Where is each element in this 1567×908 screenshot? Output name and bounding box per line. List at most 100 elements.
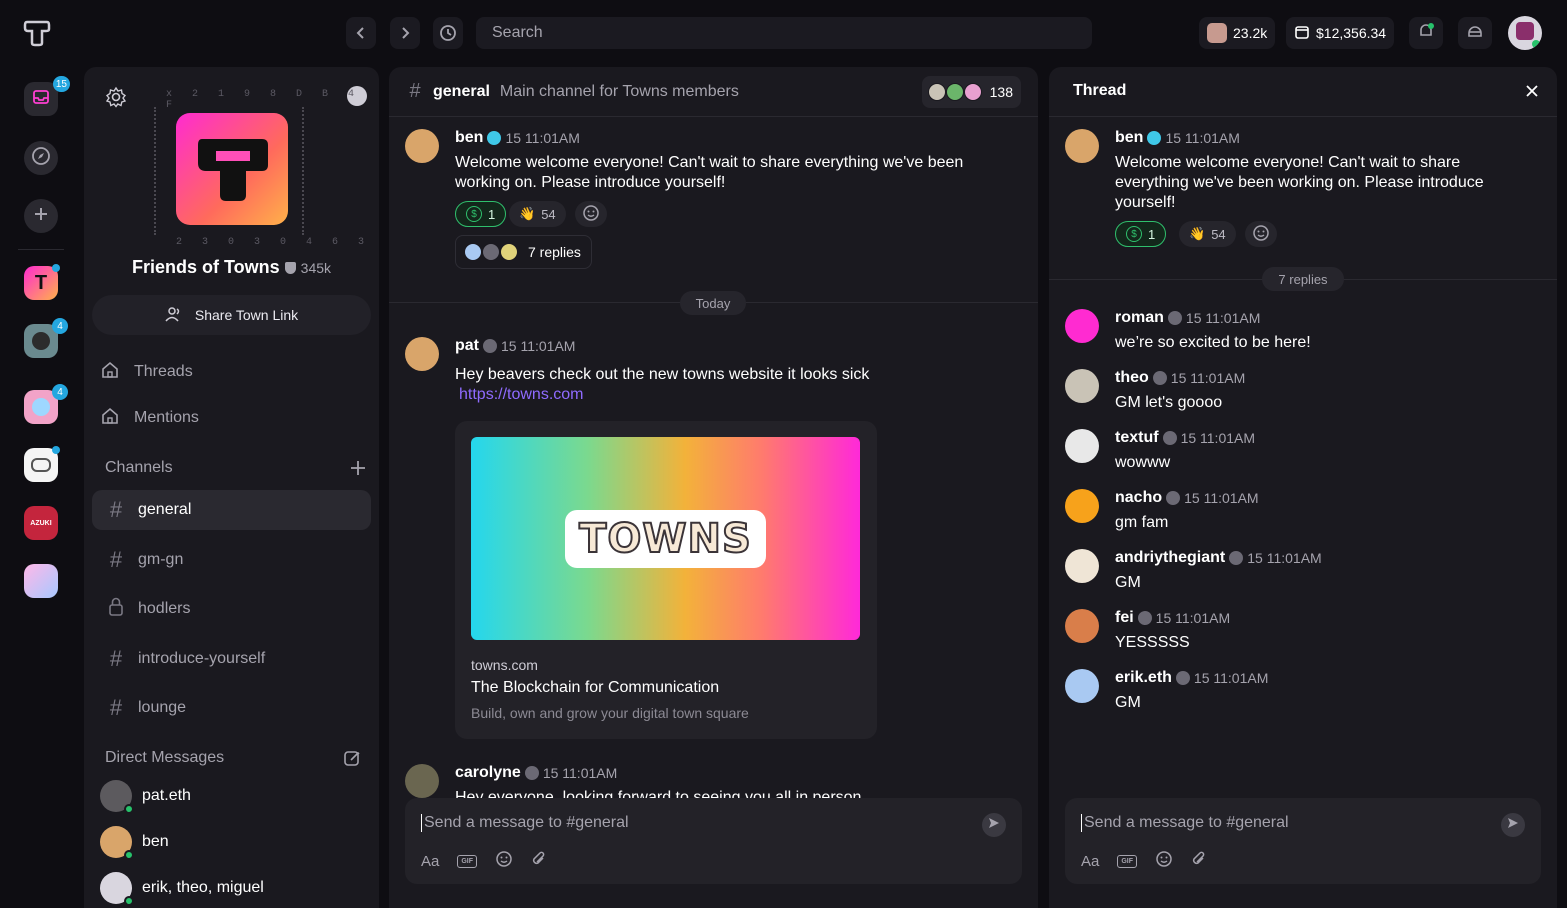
settings-icon[interactable] bbox=[105, 86, 127, 113]
address-ring-left bbox=[154, 107, 160, 235]
username[interactable]: pat bbox=[455, 337, 479, 355]
gif-button[interactable]: GIF bbox=[1117, 854, 1138, 868]
compose-icon[interactable] bbox=[343, 749, 361, 772]
preview-domain: towns.com bbox=[471, 657, 538, 673]
attachment-button[interactable] bbox=[531, 850, 547, 872]
avatar bbox=[963, 83, 982, 101]
helmet-button[interactable] bbox=[1458, 17, 1492, 49]
forward-button[interactable] bbox=[390, 17, 420, 49]
notifications-button[interactable] bbox=[1409, 17, 1443, 49]
town-avatar-6[interactable] bbox=[24, 564, 58, 598]
nav-mentions[interactable]: Mentions bbox=[100, 400, 199, 436]
add-town-button[interactable] bbox=[24, 199, 58, 233]
day-divider-label: Today bbox=[680, 291, 746, 315]
members-button[interactable]: 138 bbox=[921, 76, 1021, 108]
avatar[interactable] bbox=[1065, 369, 1099, 403]
dm-ben[interactable]: ben bbox=[100, 824, 169, 860]
username[interactable]: erik.eth bbox=[1115, 669, 1172, 687]
channel-lounge[interactable]: # lounge bbox=[92, 688, 371, 728]
avatar bbox=[464, 243, 482, 261]
thread-reply: roman 15 11:01AM we’re so excited to be he… bbox=[1065, 309, 1535, 359]
channel-gm-gn[interactable]: # gm-gn bbox=[92, 540, 371, 580]
message-input[interactable]: Send a message to #general bbox=[421, 814, 629, 832]
avatar[interactable] bbox=[405, 764, 439, 798]
username[interactable]: nacho bbox=[1115, 489, 1162, 507]
username[interactable]: ben bbox=[455, 129, 483, 147]
dm-pat-eth[interactable]: pat.eth bbox=[100, 778, 191, 814]
message-text: GM bbox=[1115, 574, 1141, 591]
message: carolyne 15 11:01AM Hey everyone, lookin… bbox=[405, 764, 1025, 798]
avatar[interactable] bbox=[1065, 489, 1099, 523]
reaction-wave[interactable]: 👋 54 bbox=[509, 201, 566, 227]
add-channel-icon[interactable] bbox=[349, 459, 367, 482]
add-reaction-button[interactable] bbox=[1245, 221, 1277, 247]
points-pill[interactable]: 23.2k bbox=[1199, 17, 1276, 49]
reaction-dollar[interactable]: $ 1 bbox=[455, 201, 507, 227]
format-text-button[interactable]: Aa bbox=[1081, 853, 1099, 870]
avatar[interactable] bbox=[405, 337, 439, 371]
dollar-icon: $ bbox=[1126, 226, 1142, 242]
timestamp: 15 11:01AM bbox=[1180, 430, 1256, 446]
search-input[interactable]: Search bbox=[476, 17, 1092, 49]
address-ring-top: x 2 1 9 8 D B 4 F bbox=[166, 89, 362, 111]
close-icon[interactable] bbox=[1525, 84, 1539, 103]
send-button[interactable] bbox=[1501, 813, 1525, 837]
username[interactable]: theo bbox=[1115, 369, 1149, 387]
badge-icon bbox=[1166, 491, 1181, 505]
avatar[interactable] bbox=[1065, 549, 1099, 583]
emoji-button[interactable] bbox=[495, 850, 513, 872]
beaver-icon bbox=[1207, 23, 1227, 43]
town-azuki[interactable]: AZUKI bbox=[24, 506, 58, 540]
dm-group[interactable]: erik, theo, miguel bbox=[100, 870, 264, 906]
share-town-link-button[interactable]: Share Town Link bbox=[92, 295, 371, 335]
town-friends-of-towns[interactable]: T bbox=[24, 264, 60, 300]
online-indicator bbox=[124, 896, 134, 906]
town-logo[interactable] bbox=[176, 113, 288, 225]
channel-general[interactable]: # general bbox=[92, 490, 371, 530]
reaction-wave[interactable]: 👋 54 bbox=[1179, 221, 1236, 247]
nav-mentions-label: Mentions bbox=[134, 409, 199, 426]
town-sidebar: x 2 1 9 8 D B 4 F 2 3 0 3 0 4 6 3 Friend… bbox=[84, 67, 379, 908]
avatar[interactable] bbox=[1065, 309, 1099, 343]
thread-message-input[interactable]: Send a message to #general bbox=[1081, 814, 1289, 832]
username[interactable]: carolyne bbox=[455, 764, 521, 782]
back-button[interactable] bbox=[346, 17, 376, 49]
send-button[interactable] bbox=[982, 813, 1006, 837]
avatar[interactable] bbox=[1065, 429, 1099, 463]
wallet-pill[interactable]: $12,356.34 bbox=[1286, 17, 1395, 49]
channel-description: Main channel for Towns members bbox=[499, 82, 739, 100]
attachment-button[interactable] bbox=[1191, 850, 1207, 872]
username[interactable]: ben bbox=[1115, 129, 1143, 147]
format-text-button[interactable]: Aa bbox=[421, 853, 439, 870]
link-preview-card[interactable]: TOWNS towns.com The Blockchain for Commu… bbox=[455, 421, 877, 739]
avatar[interactable] bbox=[1065, 609, 1099, 643]
profile-avatar[interactable] bbox=[1508, 16, 1542, 50]
add-reaction-button[interactable] bbox=[575, 201, 607, 227]
avatar[interactable] bbox=[1065, 129, 1099, 163]
inbox-button[interactable]: 15 bbox=[24, 76, 70, 116]
town-avatar-4[interactable] bbox=[24, 446, 60, 482]
towns-logo-icon[interactable] bbox=[22, 17, 52, 47]
avatar[interactable] bbox=[405, 129, 439, 163]
town-name: Friends of Towns bbox=[131, 257, 280, 277]
explore-button[interactable] bbox=[24, 141, 58, 175]
channel-hodlers[interactable]: hodlers bbox=[92, 589, 371, 629]
emoji-button[interactable] bbox=[1155, 850, 1173, 872]
message-link[interactable]: https://towns.com bbox=[459, 385, 584, 405]
username[interactable]: andriythegiant bbox=[1115, 549, 1225, 567]
channel-introduce-yourself[interactable]: # introduce-yourself bbox=[92, 639, 371, 679]
nav-threads[interactable]: Threads bbox=[100, 354, 193, 390]
towns-wordmark: TOWNS bbox=[565, 509, 766, 568]
channel-label: lounge bbox=[138, 699, 187, 716]
reaction-dollar[interactable]: $ 1 bbox=[1115, 221, 1167, 247]
username[interactable]: textuf bbox=[1115, 429, 1159, 447]
town-avatar-2[interactable]: 4 bbox=[24, 318, 68, 358]
town-avatar-3[interactable]: 4 bbox=[24, 384, 68, 424]
username[interactable]: fei bbox=[1115, 609, 1134, 627]
username[interactable]: roman bbox=[1115, 309, 1164, 327]
timestamp: 15 11:01AM bbox=[1193, 670, 1269, 686]
gif-button[interactable]: GIF bbox=[457, 854, 478, 868]
replies-button[interactable]: 7 replies bbox=[455, 235, 592, 269]
history-button[interactable] bbox=[433, 17, 463, 49]
avatar[interactable] bbox=[1065, 669, 1099, 703]
